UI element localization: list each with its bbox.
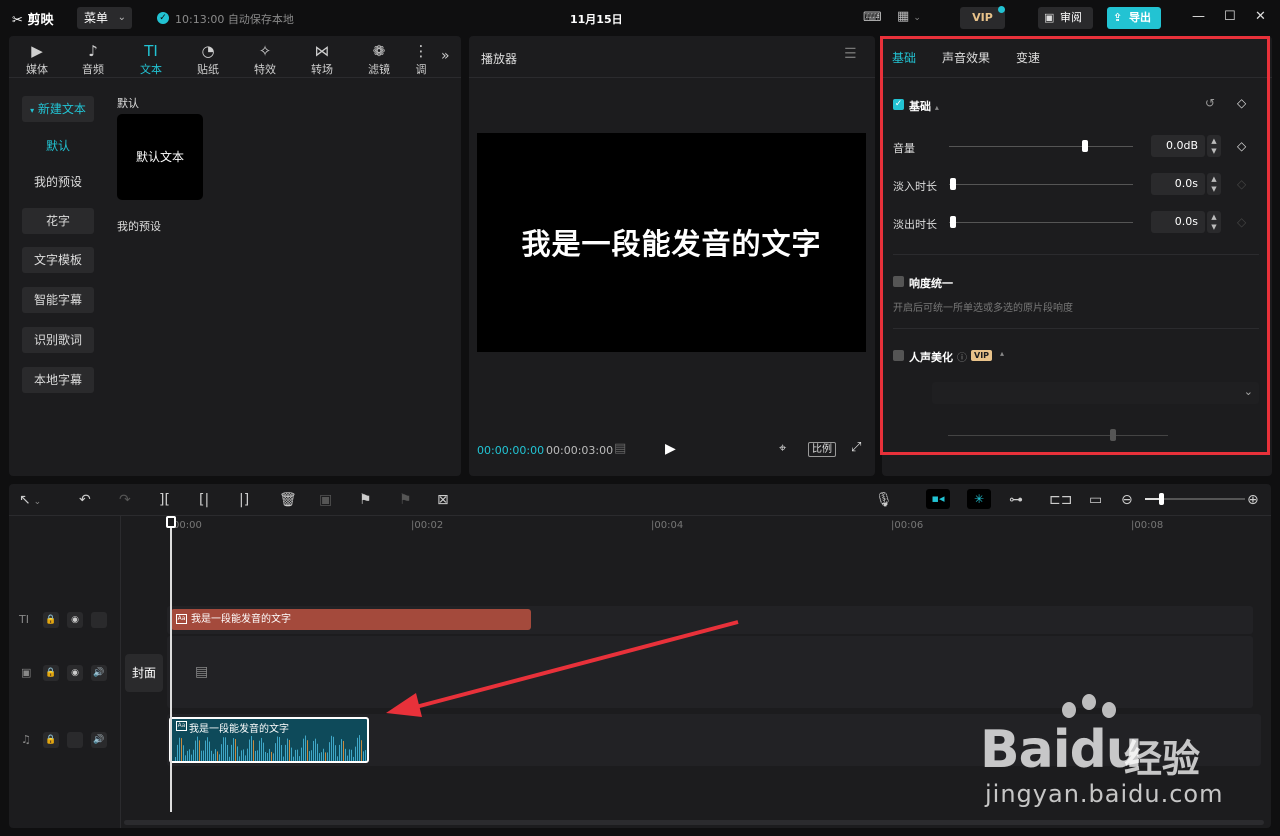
- watermark-paw: [1102, 702, 1116, 718]
- watermark-url: jingyan.baidu.com: [985, 780, 1224, 808]
- watermark-brand: Baidu: [980, 720, 1143, 780]
- watermark-suffix: 经验: [1124, 737, 1201, 781]
- watermark-paw: [1062, 702, 1076, 718]
- arrow-annotation: [386, 620, 739, 717]
- watermark-paw: [1082, 694, 1096, 710]
